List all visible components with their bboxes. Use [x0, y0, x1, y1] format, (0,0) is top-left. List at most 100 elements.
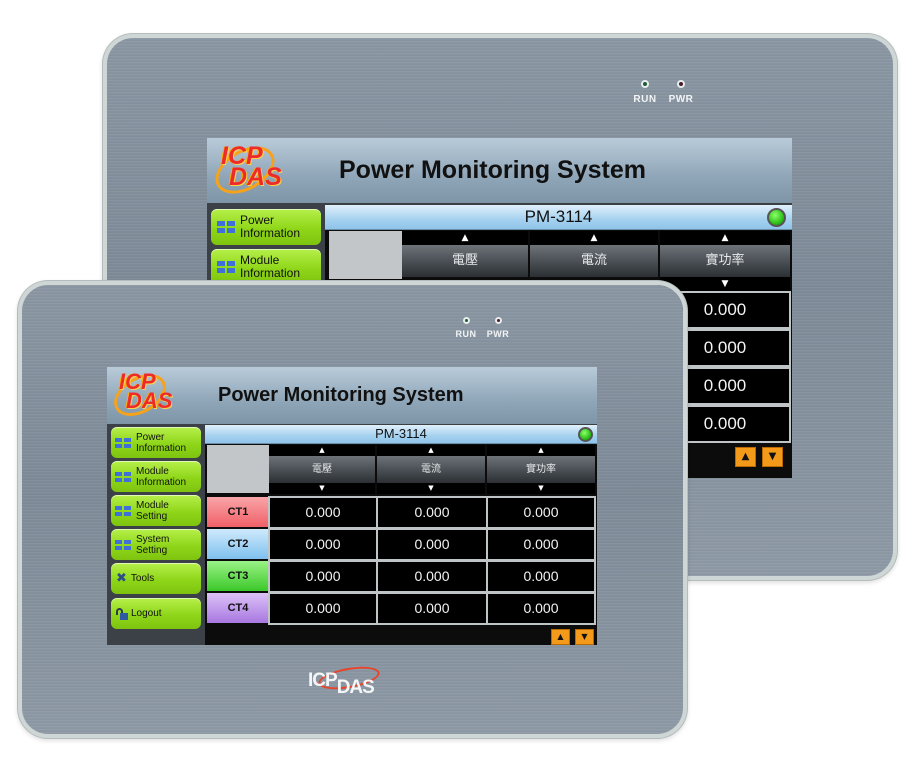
- pwr-label: PWR: [668, 94, 694, 105]
- nav-label-line1: Logout: [131, 608, 162, 619]
- nav-module-setting[interactable]: Module Setting: [111, 495, 201, 526]
- nav-label-line2: Information: [240, 226, 301, 240]
- module-name: PM-3114: [375, 426, 427, 441]
- sort-up-button[interactable]: ▲: [402, 231, 528, 245]
- column-header-real-power[interactable]: 實功率: [660, 245, 790, 277]
- module-title-bar: PM-3114: [325, 205, 792, 230]
- pwr-led-group: PWR: [663, 80, 699, 105]
- value-cell: 0.000: [486, 560, 596, 593]
- nav-label-line2: Setting: [136, 544, 168, 556]
- nav-label-line2: Information: [240, 266, 301, 280]
- value-cell: 0.000: [268, 528, 378, 561]
- logo-text-das: DAS: [126, 387, 173, 413]
- table-corner: [207, 445, 269, 493]
- nav-module-information[interactable]: Module Information: [111, 461, 201, 492]
- nav-tools[interactable]: ✖ Tools: [111, 563, 201, 594]
- app-header: ICP DAS Power Monitoring System: [207, 138, 792, 204]
- pwr-label: PWR: [486, 329, 510, 339]
- run-led-icon: [641, 80, 649, 88]
- app-header: ICP DAS Power Monitoring System: [107, 367, 597, 425]
- sort-up-button[interactable]: ▲: [660, 231, 790, 245]
- tools-icon: ✖: [116, 571, 127, 586]
- run-label: RUN: [455, 329, 477, 339]
- led-indicators: RUN PWR: [627, 80, 699, 105]
- pwr-led-icon: [494, 317, 502, 324]
- brand-text-das: DAS: [336, 677, 375, 698]
- sort-up-button[interactable]: ▲: [269, 445, 375, 456]
- icpdas-logo: ICP DAS: [119, 371, 173, 413]
- pwr-led-group: PWR: [482, 317, 514, 339]
- pwr-led-icon: [677, 80, 685, 88]
- nav-label-line2: Information: [136, 442, 187, 454]
- page-down-button[interactable]: ▼: [762, 447, 783, 467]
- column-header-real-power[interactable]: 實功率: [487, 456, 595, 483]
- unlock-icon: [116, 607, 128, 620]
- column-header-voltage[interactable]: 電壓: [269, 456, 375, 483]
- sort-down-button[interactable]: ▼: [377, 483, 485, 494]
- status-indicator-icon: [767, 208, 786, 227]
- value-cell: 0.000: [268, 496, 378, 529]
- column-voltage: ▲ 電壓: [402, 231, 528, 291]
- value-cell: 0.000: [376, 528, 488, 561]
- sort-up-button[interactable]: ▲: [487, 445, 595, 456]
- nav-label-line1: System: [136, 533, 170, 545]
- value-cell: 0.000: [486, 496, 596, 529]
- icpdas-logo: ICP DAS: [221, 143, 282, 192]
- run-led-group: RUN: [450, 317, 482, 339]
- run-led-icon: [462, 317, 470, 324]
- page-up-button[interactable]: ▲: [551, 629, 570, 645]
- nav-module-information[interactable]: Module Information: [211, 249, 321, 285]
- run-led-group: RUN: [627, 80, 663, 105]
- module-name: PM-3114: [524, 207, 593, 226]
- status-indicator-icon: [578, 427, 593, 442]
- nav-power-information[interactable]: Power Information: [211, 209, 321, 245]
- nav-label-line2: Setting: [136, 510, 168, 522]
- grid-icon: [115, 437, 131, 448]
- nav-label-line2: Information: [136, 476, 187, 488]
- table-corner: [329, 231, 402, 279]
- column-voltage: ▲ 電壓 ▼: [269, 445, 375, 495]
- app-title: Power Monitoring System: [339, 156, 646, 184]
- sort-up-button[interactable]: ▲: [377, 445, 485, 456]
- grid-icon: [217, 261, 235, 273]
- value-cell: 0.000: [268, 560, 378, 593]
- value-cell: 0.000: [376, 592, 488, 625]
- row-label-ct4: CT4: [207, 593, 269, 623]
- value-cell: 0.000: [376, 496, 488, 529]
- module-title-bar: PM-3114: [205, 425, 597, 444]
- row-label-ct1: CT1: [207, 497, 269, 527]
- app-title: Power Monitoring System: [218, 384, 464, 406]
- column-real-power: ▲ 實功率 ▼: [487, 445, 595, 495]
- sort-up-button[interactable]: ▲: [530, 231, 658, 245]
- grid-icon: [115, 471, 131, 482]
- nav-label-line1: Power: [136, 431, 165, 443]
- column-header-voltage[interactable]: 電壓: [402, 245, 528, 277]
- nav-label-line1: Tools: [130, 573, 155, 584]
- page-up-button[interactable]: ▲: [735, 447, 756, 467]
- logo-text-das: DAS: [229, 163, 282, 192]
- front-screen: ICP DAS Power Monitoring System Power Inf…: [107, 367, 597, 645]
- sort-down-button[interactable]: ▼: [660, 277, 790, 291]
- grid-icon: [115, 505, 131, 516]
- row-label-ct3: CT3: [207, 561, 269, 591]
- column-current: ▲ 電流 ▼: [377, 445, 485, 495]
- column-header-current[interactable]: 電流: [377, 456, 485, 483]
- value-cell: 0.000: [376, 560, 488, 593]
- column-header-current[interactable]: 電流: [530, 245, 658, 277]
- sort-down-button[interactable]: ▼: [487, 483, 595, 494]
- grid-icon: [115, 539, 131, 550]
- brand-text-icp: ICP: [308, 670, 338, 691]
- page-down-button[interactable]: ▼: [575, 629, 594, 645]
- grid-icon: [217, 221, 235, 233]
- value-cell: 0.000: [486, 528, 596, 561]
- value-cell: 0.000: [486, 592, 596, 625]
- nav-power-information[interactable]: Power Information: [111, 427, 201, 458]
- sort-down-button[interactable]: ▼: [269, 483, 375, 494]
- value-cell: 0.000: [268, 592, 378, 625]
- sidebar-nav: Power Information Module Information Modul…: [107, 424, 205, 645]
- nav-system-setting[interactable]: System Setting: [111, 529, 201, 560]
- nav-label-line1: Module: [136, 499, 169, 511]
- nav-logout[interactable]: Logout: [111, 598, 201, 629]
- data-panel: PM-3114 ▲ 電壓 ▼ ▲ 電流 ▼ ▲ 實功率 ▼ CT1 0.000 …: [205, 425, 597, 645]
- nav-label-line1: Module: [136, 465, 169, 477]
